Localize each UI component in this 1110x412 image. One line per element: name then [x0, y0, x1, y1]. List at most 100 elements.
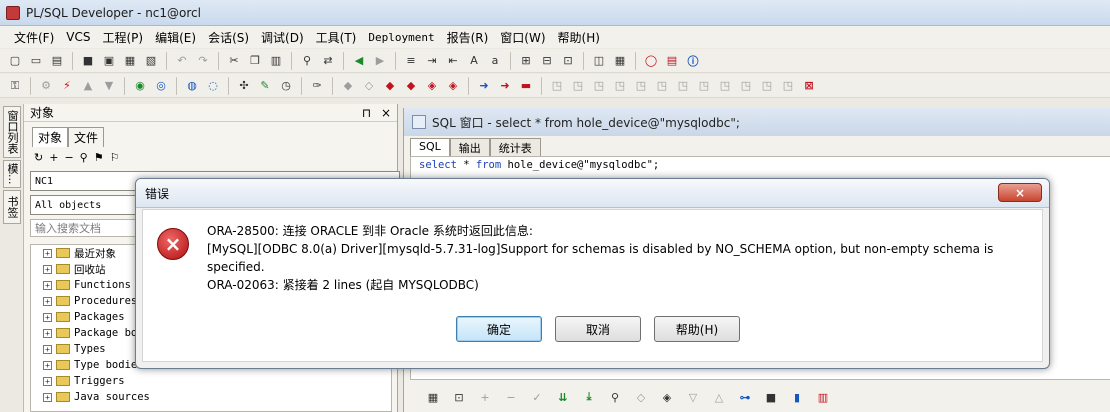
expand-icon[interactable]: +: [43, 376, 52, 386]
arrow-red-icon[interactable]: ➜: [496, 77, 514, 95]
find-icon[interactable]: ⚲: [298, 52, 316, 70]
tree-item[interactable]: + Java sources: [31, 389, 391, 405]
info-icon[interactable]: ⓘ: [684, 52, 702, 70]
post-icon[interactable]: ✓: [528, 388, 546, 406]
expand-icon[interactable]: +: [43, 392, 52, 402]
bookmark-clear-icon[interactable]: ◈: [444, 77, 462, 95]
expand-icon[interactable]: +: [43, 248, 52, 258]
tab-statistics[interactable]: 统计表: [489, 138, 541, 157]
tab-objects[interactable]: 对象: [32, 127, 69, 147]
tile-icon[interactable]: ▦: [611, 52, 629, 70]
save-icon[interactable]: ■: [79, 52, 97, 70]
side-tab-bookmarks[interactable]: 书签: [3, 190, 21, 224]
macro-11-icon[interactable]: ◳: [758, 77, 776, 95]
copy-icon[interactable]: ❐: [246, 52, 264, 70]
up-icon[interactable]: △: [710, 388, 728, 406]
rollback-icon[interactable]: ▼: [100, 77, 118, 95]
clock-icon[interactable]: ◷: [277, 77, 295, 95]
arrow-right-icon[interactable]: ➜: [475, 77, 493, 95]
save-as-icon[interactable]: ▣: [100, 52, 118, 70]
gear-icon[interactable]: ⚙: [37, 77, 55, 95]
chart-icon[interactable]: ▮: [788, 388, 806, 406]
side-tab-templates[interactable]: 模...: [3, 160, 21, 188]
menu-project[interactable]: 工程(P): [97, 29, 150, 46]
export-icon[interactable]: ◈: [658, 388, 676, 406]
commit-icon[interactable]: ▲: [79, 77, 97, 95]
expand-icon[interactable]: +: [43, 296, 52, 306]
back-icon[interactable]: ◀: [350, 52, 368, 70]
tab-sql[interactable]: SQL: [410, 138, 450, 157]
menu-reports[interactable]: 报告(R): [441, 29, 495, 46]
remove-icon[interactable]: −: [64, 151, 73, 164]
macro-3-icon[interactable]: ◳: [590, 77, 608, 95]
menu-session[interactable]: 会话(S): [202, 29, 255, 46]
explain-plan-icon[interactable]: ⊞: [517, 52, 535, 70]
lock-icon[interactable]: ⊡: [450, 388, 468, 406]
pdf-icon[interactable]: ▤: [663, 52, 681, 70]
filter-edit-icon[interactable]: ⚐: [110, 151, 120, 164]
gem-icon[interactable]: ◆: [381, 77, 399, 95]
macro-10-icon[interactable]: ◳: [737, 77, 755, 95]
refresh-icon[interactable]: ↻: [34, 151, 43, 164]
macro-6-icon[interactable]: ◳: [653, 77, 671, 95]
new-sql-icon[interactable]: ◉: [131, 77, 149, 95]
menu-help[interactable]: 帮助(H): [552, 29, 606, 46]
macro-5-icon[interactable]: ◳: [632, 77, 650, 95]
expand-icon[interactable]: +: [43, 264, 52, 274]
tree-item[interactable]: + Triggers: [31, 373, 391, 389]
comment-icon[interactable]: ≡: [402, 52, 420, 70]
wrench-icon[interactable]: ✑: [308, 77, 326, 95]
ok-button[interactable]: 确定: [456, 316, 542, 342]
macro-8-icon[interactable]: ◳: [695, 77, 713, 95]
query-builder-icon[interactable]: ⊟: [538, 52, 556, 70]
delete-row-icon[interactable]: −: [502, 388, 520, 406]
cut-icon[interactable]: ✂: [225, 52, 243, 70]
paste-icon[interactable]: ▥: [267, 52, 285, 70]
macro-1-icon[interactable]: ◳: [548, 77, 566, 95]
expand-icon[interactable]: +: [43, 312, 52, 322]
down-icon[interactable]: ▽: [684, 388, 702, 406]
break-icon[interactable]: ⚡: [58, 77, 76, 95]
unindent-icon[interactable]: ⇤: [444, 52, 462, 70]
oracle-icon[interactable]: ◯: [642, 52, 660, 70]
menu-deployment[interactable]: Deployment: [362, 31, 440, 44]
macro-12-icon[interactable]: ◳: [779, 77, 797, 95]
undo-icon[interactable]: ↶: [173, 52, 191, 70]
new-icon[interactable]: ▢: [6, 52, 24, 70]
side-tab-window-list[interactable]: 窗口列表: [3, 106, 21, 158]
lock-icon[interactable]: ⊠: [800, 77, 818, 95]
expand-icon[interactable]: +: [43, 280, 52, 290]
filter-icon[interactable]: ⚑: [94, 151, 104, 164]
object-icon[interactable]: ◆: [339, 77, 357, 95]
menu-edit[interactable]: 编辑(E): [149, 29, 202, 46]
bookmark-next-icon[interactable]: ◈: [423, 77, 441, 95]
close-icon[interactable]: ×: [381, 106, 391, 120]
add-icon[interactable]: +: [49, 151, 58, 164]
bookmark-icon[interactable]: ◆: [402, 77, 420, 95]
macro-4-icon[interactable]: ◳: [611, 77, 629, 95]
pin-icon[interactable]: ⊓: [362, 106, 371, 120]
tab-output[interactable]: 输出: [449, 138, 490, 157]
menu-debug[interactable]: 调试(D): [255, 29, 310, 46]
menu-vcs[interactable]: VCS: [60, 30, 96, 44]
save-icon[interactable]: ■: [762, 388, 780, 406]
macro-9-icon[interactable]: ◳: [716, 77, 734, 95]
test-window-icon[interactable]: ◌: [204, 77, 222, 95]
sql-window-icon[interactable]: ◎: [152, 77, 170, 95]
macro-2-icon[interactable]: ◳: [569, 77, 587, 95]
expand-icon[interactable]: +: [43, 328, 52, 338]
find-icon[interactable]: ⚲: [80, 151, 88, 164]
tab-files[interactable]: 文件: [68, 127, 105, 147]
truck-icon[interactable]: ▬: [517, 77, 535, 95]
close-file-icon[interactable]: ▧: [142, 52, 160, 70]
menu-tools[interactable]: 工具(T): [310, 29, 363, 46]
find-icon[interactable]: ⚲: [606, 388, 624, 406]
code-assistant-icon[interactable]: ⊡: [559, 52, 577, 70]
dialog-close-button[interactable]: ×: [998, 183, 1042, 202]
report-icon[interactable]: ✎: [256, 77, 274, 95]
expand-icon[interactable]: +: [43, 360, 52, 370]
redo-icon[interactable]: ↷: [194, 52, 212, 70]
menu-file[interactable]: 文件(F): [8, 29, 60, 46]
grid-icon[interactable]: ▦: [424, 388, 442, 406]
save-all-icon[interactable]: ▦: [121, 52, 139, 70]
